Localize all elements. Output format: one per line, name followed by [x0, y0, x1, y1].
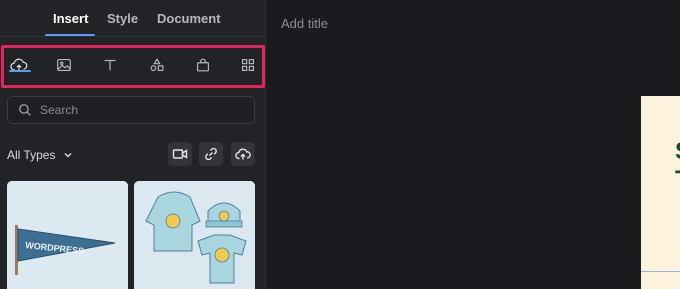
pennant-illustration: WORDPRESS — [7, 181, 128, 289]
video-icon — [172, 149, 188, 159]
link-icon — [205, 147, 217, 161]
panel-tabs: Insert Style Document — [0, 0, 266, 40]
add-title-input[interactable]: Add title — [281, 16, 328, 31]
upload-icon[interactable] — [5, 52, 33, 78]
tab-insert[interactable]: Insert — [53, 11, 88, 26]
upload-cloud-icon — [235, 148, 251, 160]
upload-media-button[interactable] — [231, 142, 255, 166]
tab-style[interactable]: Style — [107, 11, 138, 26]
active-icon-indicator — [9, 70, 31, 72]
shopping-bag-icon[interactable] — [189, 52, 217, 78]
search-field[interactable] — [7, 96, 255, 124]
canvas-area: Add title — [267, 0, 680, 289]
library-panel: Insert Style Document Search All Types W… — [0, 0, 266, 289]
video-filter-button[interactable] — [168, 142, 192, 166]
image-icon[interactable] — [50, 52, 78, 78]
story-page-preview[interactable]: ST — [641, 96, 680, 289]
text-icon[interactable] — [96, 52, 124, 78]
page-divider-line — [641, 271, 680, 272]
search-input[interactable] — [40, 103, 240, 117]
media-item-merch-collection[interactable] — [134, 181, 255, 289]
shapes-icon[interactable] — [143, 52, 171, 78]
media-item-wordpress-pennant[interactable]: WORDPRESS — [7, 181, 128, 289]
search-icon — [19, 104, 31, 116]
all-types-label: All Types — [7, 148, 56, 162]
link-insert-button[interactable] — [199, 142, 223, 166]
grid-icon[interactable] — [234, 52, 262, 78]
merch-illustration — [134, 181, 255, 289]
page-heading-text: ST — [675, 138, 680, 194]
story-editor: Insert Style Document Search All Types W… — [0, 0, 680, 289]
all-types-dropdown[interactable]: All Types — [7, 148, 73, 162]
chevron-down-icon — [64, 152, 72, 158]
tab-document[interactable]: Document — [157, 11, 221, 26]
insert-type-tabs — [1, 45, 265, 88]
tabs-divider — [0, 36, 266, 37]
